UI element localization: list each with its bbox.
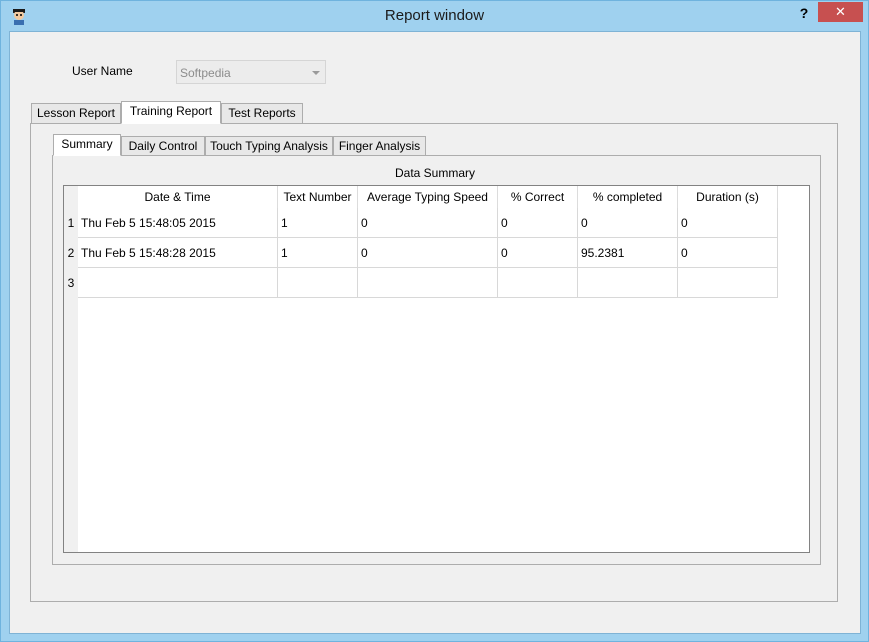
table-cell[interactable]: 0 xyxy=(358,238,498,268)
table-corner xyxy=(64,186,78,208)
table-cell[interactable]: 95.2381 xyxy=(578,238,678,268)
table-cell[interactable] xyxy=(498,268,578,298)
close-button[interactable]: ✕ xyxy=(818,2,863,22)
column-header-percent-correct[interactable]: % Correct xyxy=(498,186,578,208)
tab-daily-control[interactable]: Daily Control xyxy=(121,136,205,156)
table-row[interactable]: 1 Thu Feb 5 15:48:05 2015 1 0 0 0 0 xyxy=(64,208,778,238)
user-name-label: User Name xyxy=(72,64,133,78)
table-cell[interactable] xyxy=(678,268,778,298)
data-summary-title: Data Summary xyxy=(394,166,476,180)
row-number[interactable]: 3 xyxy=(64,268,78,298)
table-cell[interactable]: 0 xyxy=(498,238,578,268)
title-bar[interactable]: Report window ? ✕ xyxy=(1,1,868,31)
chevron-down-icon xyxy=(312,71,320,75)
row-number[interactable]: 1 xyxy=(64,208,78,238)
user-name-value: Softpedia xyxy=(180,66,231,80)
column-header-date-time[interactable]: Date & Time xyxy=(78,186,278,208)
table-cell[interactable] xyxy=(278,268,358,298)
column-header-average-typing-speed[interactable]: Average Typing Speed xyxy=(358,186,498,208)
column-header-duration[interactable]: Duration (s) xyxy=(678,186,778,208)
table-cell[interactable]: Thu Feb 5 15:48:05 2015 xyxy=(78,208,278,238)
table-cell[interactable] xyxy=(578,268,678,298)
table-cell[interactable] xyxy=(358,268,498,298)
table-cell[interactable]: Thu Feb 5 15:48:28 2015 xyxy=(78,238,278,268)
table-cell[interactable]: 0 xyxy=(678,208,778,238)
table-cell[interactable]: 1 xyxy=(278,208,358,238)
user-name-select[interactable]: Softpedia xyxy=(176,60,326,84)
row-number[interactable]: 2 xyxy=(64,238,78,268)
tab-finger-analysis[interactable]: Finger Analysis xyxy=(333,136,426,156)
tab-test-reports[interactable]: Test Reports xyxy=(221,103,303,124)
column-header-percent-completed[interactable]: % completed xyxy=(578,186,678,208)
column-header-text-number[interactable]: Text Number xyxy=(278,186,358,208)
report-window: Report window ? ✕ User Name Softpedia Le… xyxy=(0,0,869,642)
table-cell[interactable]: 0 xyxy=(678,238,778,268)
table-cell[interactable] xyxy=(78,268,278,298)
table-cell[interactable]: 0 xyxy=(358,208,498,238)
tab-lesson-report[interactable]: Lesson Report xyxy=(31,103,121,124)
window-title: Report window xyxy=(384,7,485,24)
table-cell[interactable]: 1 xyxy=(278,238,358,268)
table-cell[interactable]: 0 xyxy=(578,208,678,238)
table-cell[interactable]: 0 xyxy=(498,208,578,238)
summary-table[interactable]: Date & Time Text Number Average Typing S… xyxy=(63,185,810,553)
tab-training-report[interactable]: Training Report xyxy=(121,101,221,124)
tab-summary[interactable]: Summary xyxy=(53,134,121,156)
tab-touch-typing-analysis[interactable]: Touch Typing Analysis xyxy=(205,136,333,156)
help-button[interactable]: ? xyxy=(794,4,814,24)
client-area: User Name Softpedia Lesson Report Traini… xyxy=(9,31,861,634)
table-row[interactable]: 3 xyxy=(64,268,778,298)
table-row[interactable]: 2 Thu Feb 5 15:48:28 2015 1 0 0 95.2381 … xyxy=(64,238,778,268)
